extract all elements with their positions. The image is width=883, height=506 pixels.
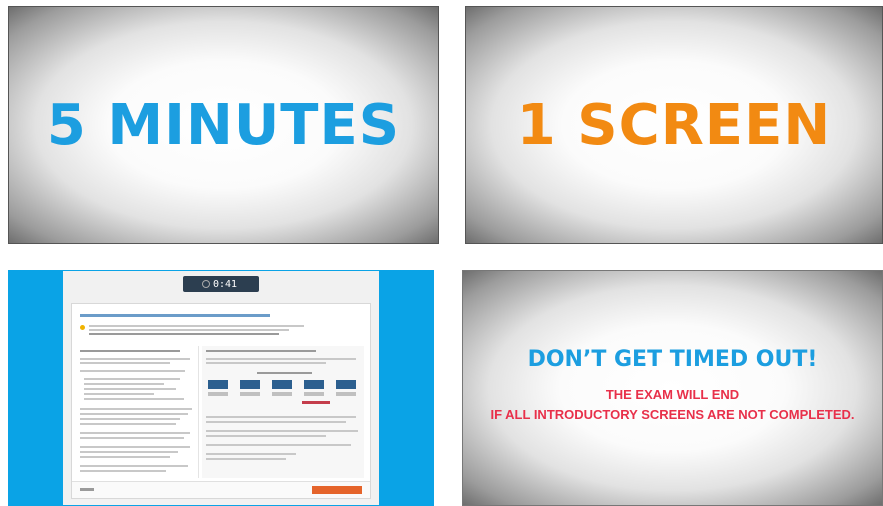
policy-text-column: [80, 346, 199, 478]
warning-note: [80, 324, 310, 336]
text-line: [84, 393, 154, 395]
process-step: [304, 380, 324, 389]
text-line: [206, 362, 326, 364]
exam-footer: [72, 481, 370, 498]
text-line: [206, 444, 351, 446]
text-line: [89, 325, 304, 327]
one-screen-slide: 1 SCREEN: [465, 6, 883, 244]
next-button[interactable]: [312, 486, 362, 494]
previous-link[interactable]: [80, 488, 94, 491]
text-line: [206, 435, 326, 437]
exam-process-column: [202, 346, 364, 478]
page-title-bar: [80, 314, 270, 317]
text-line: [240, 392, 260, 396]
timer-value: 0:41: [212, 278, 238, 290]
text-line: [206, 430, 358, 432]
text-line: [80, 413, 188, 415]
five-minutes-slide: 5 MINUTES: [8, 6, 439, 244]
warning-icon: [80, 325, 85, 330]
text-line: [80, 358, 190, 360]
text-line: [336, 392, 356, 396]
five-minutes-text: 5 MINUTES: [46, 93, 401, 158]
text-line: [80, 418, 180, 420]
policy-statement-card: [71, 303, 371, 499]
text-line: [80, 470, 166, 472]
exam-timer: 0:41: [183, 276, 259, 292]
text-line: [80, 437, 184, 439]
text-line: [84, 388, 176, 390]
text-line: [206, 458, 286, 460]
highlight-bar: [302, 401, 330, 404]
warning-line-2: IF ALL INTRODUCTORY SCREENS ARE NOT COMP…: [490, 407, 855, 422]
warning-headline: DON’T GET TIMED OUT!: [527, 347, 818, 372]
text-line: [80, 350, 180, 352]
text-line: [89, 333, 279, 335]
text-line: [257, 372, 312, 374]
text-line: [208, 392, 228, 396]
text-line: [84, 383, 164, 385]
process-step: [272, 380, 292, 389]
process-step: [208, 380, 228, 389]
text-line: [304, 392, 324, 396]
text-line: [80, 465, 188, 467]
text-line: [80, 370, 185, 372]
timed-out-warning-slide: DON’T GET TIMED OUT! THE EXAM WILL END I…: [462, 270, 883, 506]
text-line: [80, 408, 192, 410]
exam-screenshot-slide: 0:41: [8, 270, 434, 506]
warning-line-1: THE EXAM WILL END: [605, 387, 740, 402]
text-line: [80, 423, 176, 425]
text-line: [80, 362, 170, 364]
text-line: [80, 451, 178, 453]
text-line: [84, 378, 180, 380]
text-line: [206, 350, 316, 352]
clock-icon: [201, 280, 210, 288]
text-line: [272, 392, 292, 396]
text-line: [206, 453, 296, 455]
text-line: [80, 456, 170, 458]
text-line: [80, 432, 190, 434]
process-step: [336, 380, 356, 389]
text-line: [206, 416, 356, 418]
exam-window: 0:41: [63, 271, 379, 505]
process-step: [240, 380, 260, 389]
text-line: [84, 398, 184, 400]
one-screen-text: 1 SCREEN: [516, 93, 832, 158]
text-line: [206, 421, 346, 423]
text-line: [80, 446, 190, 448]
text-line: [206, 358, 356, 360]
text-line: [89, 329, 289, 331]
